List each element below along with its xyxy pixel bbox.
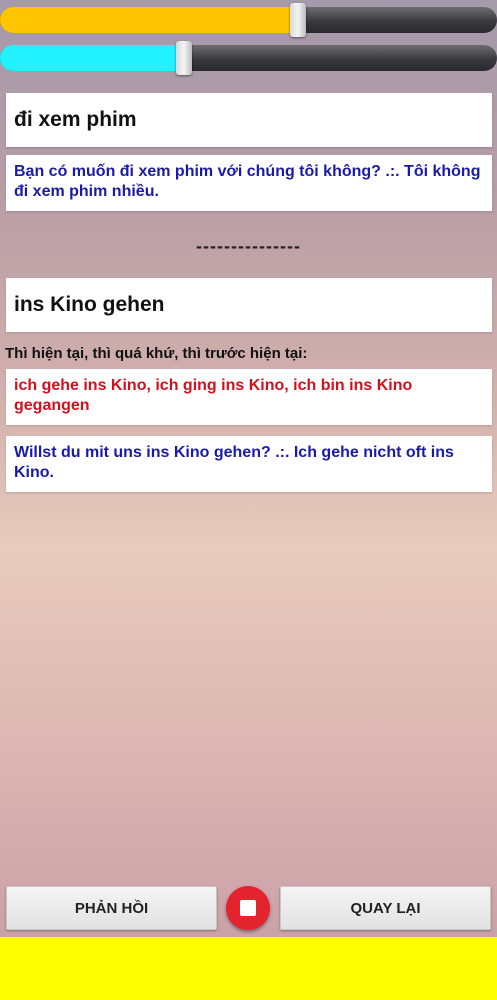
vietnamese-example: Bạn có muốn đi xem phim với chúng tôi kh… bbox=[6, 155, 492, 211]
speed-slider-fill bbox=[0, 7, 298, 33]
stop-icon bbox=[240, 900, 256, 916]
ad-banner[interactable] bbox=[0, 937, 497, 1000]
stop-button[interactable] bbox=[226, 886, 270, 930]
volume-slider-fill bbox=[0, 45, 184, 71]
german-tenses: ich gehe ins Kino, ich ging ins Kino, ic… bbox=[6, 369, 492, 425]
volume-slider[interactable] bbox=[0, 41, 497, 75]
divider: --------------- bbox=[196, 236, 301, 256]
speed-slider[interactable] bbox=[0, 3, 497, 37]
speed-slider-thumb[interactable] bbox=[290, 3, 306, 37]
german-example: Willst du mit uns ins Kino gehen? .:. Ic… bbox=[6, 436, 492, 492]
german-word: ins Kino gehen bbox=[6, 278, 492, 332]
feedback-button[interactable]: PHẢN HỒI bbox=[6, 886, 217, 930]
back-button[interactable]: QUAY LẠI bbox=[280, 886, 491, 930]
volume-slider-thumb[interactable] bbox=[176, 41, 192, 75]
vietnamese-word: đi xem phim bbox=[6, 93, 492, 147]
tenses-label: Thì hiện tại, thì quá khứ, thì trước hiệ… bbox=[5, 345, 308, 362]
